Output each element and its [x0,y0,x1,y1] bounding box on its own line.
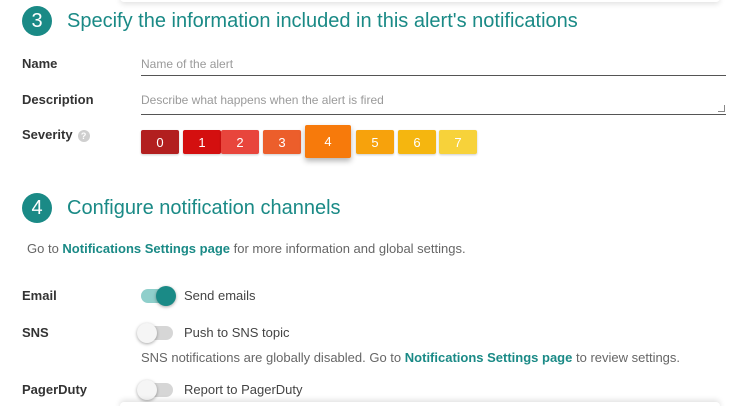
sns-toggle-label: Push to SNS topic [184,325,290,340]
pagerduty-label: PagerDuty [22,382,88,397]
top-card-shadow [120,0,720,2]
bottom-card-shadow [120,402,720,406]
severity-label: Severity [22,127,73,142]
pagerduty-toggle-label: Report to PagerDuty [184,382,303,397]
severity-4-button[interactable]: 4 [305,125,351,158]
sns-toggle[interactable] [137,323,173,343]
email-toggle[interactable] [141,286,176,306]
severity-6-button[interactable]: 6 [398,130,436,154]
step-3-title: Specify the information included in this… [67,9,578,32]
toggle-knob [137,323,157,343]
sns-notifications-settings-link[interactable]: Notifications Settings page [405,350,573,365]
severity-1-button[interactable]: 1 [183,130,221,154]
severity-3-button[interactable]: 3 [263,130,301,154]
severity-0-button[interactable]: 0 [141,130,179,154]
name-label: Name [22,56,58,71]
description-placeholder: Describe what happens when the alert is … [141,93,384,107]
channels-info: Go to Notifications Settings page for mo… [27,241,466,256]
resize-grip-icon[interactable] [718,105,725,112]
severity-2-button[interactable]: 2 [221,130,259,154]
step-4-number: 4 [22,193,52,223]
email-toggle-label: Send emails [184,288,256,303]
severity-5-button[interactable]: 5 [356,130,394,154]
email-label: Email [22,288,57,303]
step-4-header: 4 Configure notification channels [22,193,341,223]
step-3-header: 3 Specify the information included in th… [22,6,578,36]
pagerduty-toggle[interactable] [137,380,173,400]
name-placeholder: Name of the alert [141,57,234,71]
name-input[interactable]: Name of the alert [141,57,726,76]
step-4-title: Configure notification channels [67,196,341,219]
severity-7-button[interactable]: 7 [439,130,477,154]
sns-disabled-note: SNS notifications are globally disabled.… [141,350,681,365]
toggle-knob [137,380,157,400]
sns-label: SNS [22,325,49,340]
toggle-knob [156,286,176,306]
severity-label-row: Severity? [22,127,90,142]
description-label: Description [22,92,94,107]
step-3-number: 3 [22,6,52,36]
description-textarea[interactable]: Describe what happens when the alert is … [141,93,726,115]
help-icon[interactable]: ? [77,129,90,142]
notifications-settings-link[interactable]: Notifications Settings page [62,241,230,256]
